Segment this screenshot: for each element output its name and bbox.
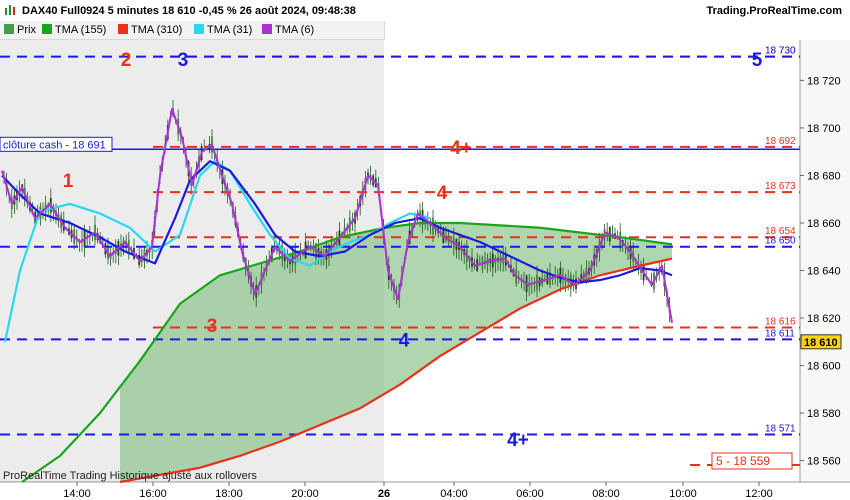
x-tick-label: 18:00 bbox=[215, 488, 243, 500]
wave-label: 4 bbox=[399, 330, 410, 351]
wave-label: 4+ bbox=[450, 138, 472, 159]
x-tick-label: 10:00 bbox=[669, 488, 697, 500]
y-tick-label: 18 660 bbox=[807, 218, 841, 230]
wave-label: 4 bbox=[437, 183, 448, 204]
y-tick-label: 18 580 bbox=[807, 408, 841, 420]
level-label: 18 611 bbox=[765, 328, 795, 339]
level-label: 18 571 bbox=[765, 423, 796, 434]
wave-label: 2 bbox=[121, 50, 132, 71]
x-tick-label: 20:00 bbox=[291, 488, 319, 500]
x-tick-label: 16:00 bbox=[139, 488, 167, 500]
x-tick-label: 06:00 bbox=[516, 488, 544, 500]
level-label: 18 650 bbox=[765, 236, 796, 247]
y-tick-label: 18 680 bbox=[807, 170, 841, 182]
x-tick-label: 04:00 bbox=[440, 488, 468, 500]
wave-label: 5 bbox=[752, 50, 763, 71]
y-tick-label: 18 700 bbox=[807, 123, 841, 135]
y-tick-label: 18 600 bbox=[807, 361, 841, 373]
y-tick-label: 18 640 bbox=[807, 266, 841, 278]
y-tick-label: 18 720 bbox=[807, 75, 841, 87]
level-label: 18 692 bbox=[765, 136, 796, 147]
wave-label: 1 bbox=[63, 171, 74, 192]
last-price-label: 18 610 bbox=[804, 337, 838, 349]
target-label: 5 - 18 559 bbox=[716, 454, 770, 468]
level-label: 18 730 bbox=[765, 46, 796, 57]
y-tick-label: 18 620 bbox=[807, 313, 841, 325]
chart-footer: ProRealTime Trading Historique ajusté au… bbox=[3, 470, 257, 482]
wave-label: 3 bbox=[178, 50, 189, 71]
wave-label: 3 bbox=[207, 316, 218, 337]
y-tick-label: 18 560 bbox=[807, 456, 841, 468]
close-cash-label: clôture cash - 18 691 bbox=[3, 139, 106, 151]
x-tick-label: 12:00 bbox=[745, 488, 773, 500]
x-tick-label: 08:00 bbox=[592, 488, 620, 500]
level-label: 18 673 bbox=[765, 181, 796, 192]
wave-label: 4+ bbox=[507, 430, 529, 451]
x-tick-label: 14:00 bbox=[63, 488, 91, 500]
x-tick-label: 26 bbox=[378, 488, 390, 500]
price-chart[interactable]: 18 560 18 580 18 600 18 620 18 640 18 660 18 6… bbox=[0, 0, 850, 500]
level-label: 18 616 bbox=[765, 317, 796, 328]
